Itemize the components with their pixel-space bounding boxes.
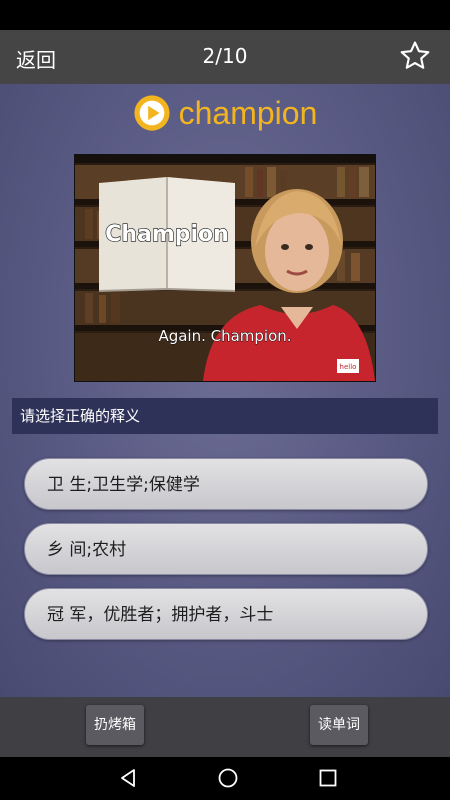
answer-option-1[interactable]: 卫 生;卫生学;保健学 xyxy=(24,458,428,510)
word-text: champion xyxy=(178,94,318,131)
top-bar: 返回 2/10 xyxy=(0,30,450,84)
video-frame-image: Champion hello Again. Champion. xyxy=(75,155,375,381)
answer-option-2[interactable]: 乡 间;农村 xyxy=(24,523,428,575)
read-words-button[interactable]: 读单词 xyxy=(310,705,368,745)
star-outline-icon[interactable] xyxy=(398,39,432,73)
bottom-toolbar: 扔烤箱 读单词 xyxy=(0,697,450,757)
circle-home-icon[interactable] xyxy=(216,766,240,790)
main-content: champion Champion hello Again. Champion.… xyxy=(0,84,450,697)
play-circle-icon[interactable] xyxy=(133,94,171,132)
book-title-text: Champion xyxy=(105,222,229,247)
triangle-back-icon[interactable] xyxy=(116,766,140,790)
system-nav-bar xyxy=(0,757,450,800)
word-header: champion xyxy=(0,94,450,138)
progress-counter: 2/10 xyxy=(202,44,248,68)
video-player[interactable]: Champion hello Again. Champion. xyxy=(74,154,376,382)
video-subtitle: Again. Champion. xyxy=(158,327,291,345)
trash-word-button[interactable]: 扔烤箱 xyxy=(86,705,144,745)
shirt-logo-text: hello xyxy=(340,363,357,371)
status-bar xyxy=(0,0,450,30)
back-button[interactable]: 返回 xyxy=(16,44,56,73)
question-prompt: 请选择正确的释义 xyxy=(12,398,438,434)
square-recents-icon[interactable] xyxy=(316,766,340,790)
answer-option-3[interactable]: 冠 军，优胜者；拥护者，斗士 xyxy=(24,588,428,640)
